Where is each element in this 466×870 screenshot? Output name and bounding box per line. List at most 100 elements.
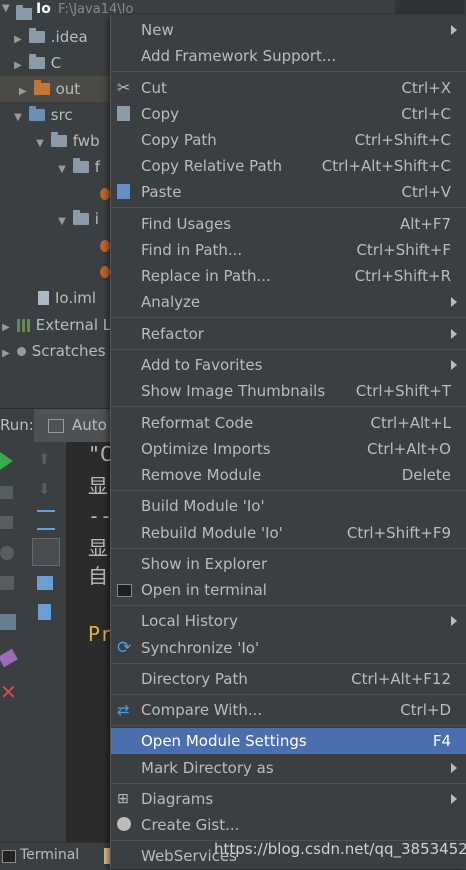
menu-item-synchronize[interactable]: ⟳ Synchronize 'Io' — [111, 635, 466, 661]
collapse-arrow-icon[interactable]: ▼ — [34, 131, 46, 157]
submenu-arrow-icon — [451, 763, 457, 773]
menu-item-mark-directory-as[interactable]: Mark Directory as — [111, 755, 466, 781]
menu-item-build-module[interactable]: Build Module 'Io' — [111, 493, 466, 519]
tree-item-io-iml[interactable]: Io.iml — [38, 285, 96, 311]
tree-item-java-file[interactable] — [100, 180, 110, 206]
menu-item-copy[interactable]: Copy Ctrl+C — [111, 101, 466, 127]
menu-item-show-image-thumbnails[interactable]: Show Image Thumbnails Ctrl+Shift+T — [111, 378, 466, 404]
project-tree: ▶ .idea ▶ C ▶ out ▼ src ▼ fwb ▼ f ▼ i Io… — [0, 22, 120, 422]
menu-separator — [111, 71, 466, 72]
menu-item-diagrams[interactable]: ⊞ Diagrams — [111, 786, 466, 812]
tree-item-scratches[interactable]: ▶ Scratches — [0, 338, 105, 367]
console-line: Pr — [88, 622, 113, 646]
console-line: 自 — [88, 564, 108, 588]
compare-icon: ⇄ — [117, 701, 130, 719]
menu-item-compare-with[interactable]: ⇄ Compare With... Ctrl+D — [111, 697, 466, 723]
menu-item-open-module-settings[interactable]: Open Module Settings F4 — [111, 728, 466, 754]
menu-item-remove-module[interactable]: Remove Module Delete — [111, 462, 466, 488]
tree-item-src[interactable]: ▼ src — [12, 102, 73, 128]
context-menu: New Add Framework Support... ✂ Cut Ctrl+X … — [110, 15, 466, 869]
expand-arrow-icon[interactable]: ▶ — [0, 341, 12, 367]
menu-separator — [111, 349, 466, 350]
package-icon — [72, 158, 89, 173]
scroll-to-end-icon[interactable] — [32, 538, 60, 566]
run-config-icon — [48, 419, 64, 433]
tree-item-external-libraries[interactable]: ▶ External Li — [0, 312, 115, 338]
collapse-arrow-icon[interactable]: ▼ — [56, 157, 68, 183]
paste-icon — [117, 184, 130, 199]
menu-item-directory-path[interactable]: Directory Path Ctrl+Alt+F12 — [111, 666, 466, 692]
menu-item-show-in-explorer[interactable]: Show in Explorer — [111, 551, 466, 577]
layout-icon[interactable] — [0, 614, 16, 630]
close-icon[interactable]: ✕ — [0, 680, 17, 704]
menu-item-open-in-terminal[interactable]: Open in terminal — [111, 577, 466, 603]
run-tab[interactable]: Auto — [34, 409, 120, 443]
menu-separator — [111, 207, 466, 208]
menu-item-rebuild-module[interactable]: Rebuild Module 'Io' Ctrl+Shift+F9 — [111, 520, 466, 546]
copy-icon — [117, 106, 130, 121]
menu-item-replace-in-path[interactable]: Replace in Path... Ctrl+Shift+R — [111, 263, 466, 289]
menu-item-add-framework-support[interactable]: Add Framework Support... — [111, 43, 466, 69]
menu-item-copy-relative-path[interactable]: Copy Relative Path Ctrl+Alt+Shift+C — [111, 153, 466, 179]
menu-item-find-usages[interactable]: Find Usages Alt+F7 — [111, 211, 466, 237]
terminal-tab[interactable]: Terminal — [20, 847, 79, 863]
pause-icon[interactable] — [0, 516, 13, 529]
camera-icon[interactable] — [0, 546, 14, 560]
menu-item-add-to-favorites[interactable]: Add to Favorites — [111, 352, 466, 378]
library-icon — [16, 319, 31, 332]
menu-item-cut[interactable]: ✂ Cut Ctrl+X — [111, 75, 466, 101]
stop-icon[interactable] — [0, 486, 13, 499]
menu-separator — [111, 548, 466, 549]
tree-item-java-file[interactable] — [100, 232, 110, 258]
submenu-arrow-icon — [451, 297, 457, 307]
menu-item-create-gist[interactable]: Create Gist... — [111, 812, 466, 838]
console-line: 显 — [88, 536, 108, 560]
menu-separator — [111, 317, 466, 318]
menu-separator — [111, 663, 466, 664]
folder-icon — [28, 54, 45, 69]
tree-item-i[interactable]: ▼ i — [56, 206, 99, 232]
print-icon[interactable] — [37, 576, 53, 590]
folder-icon — [28, 28, 45, 43]
menu-separator — [111, 725, 466, 726]
up-arrow-icon[interactable]: ⬆ — [38, 450, 51, 468]
menu-item-refactor[interactable]: Refactor — [111, 321, 466, 347]
console-tools-column: ⬆ ⬇ — [28, 442, 64, 842]
sync-icon: ⟳ — [117, 638, 132, 658]
watermark: https://blog.csdn.net/qq_38534524 — [214, 840, 466, 858]
menu-item-new[interactable]: New — [111, 17, 466, 43]
menu-item-optimize-imports[interactable]: Optimize Imports Ctrl+Alt+O — [111, 436, 466, 462]
console-line: "C — [88, 442, 113, 466]
menu-item-copy-path[interactable]: Copy Path Ctrl+Shift+C — [111, 127, 466, 153]
menu-separator — [111, 783, 466, 784]
run-icon[interactable] — [0, 452, 13, 470]
menu-item-analyze[interactable]: Analyze — [111, 289, 466, 315]
menu-item-paste[interactable]: Paste Ctrl+V — [111, 179, 466, 205]
menu-separator — [111, 406, 466, 407]
tree-item-c[interactable]: ▶ C — [12, 50, 61, 76]
menu-item-reformat-code[interactable]: Reformat Code Ctrl+Alt+L — [111, 410, 466, 436]
menu-item-local-history[interactable]: Local History — [111, 608, 466, 634]
scissors-icon: ✂ — [117, 78, 131, 97]
collapse-arrow-icon[interactable]: ▼ — [56, 209, 68, 235]
soft-wrap-icon[interactable] — [37, 510, 55, 530]
diagram-icon: ⊞ — [117, 791, 129, 807]
tree-item-out[interactable]: ▶ out — [0, 76, 120, 102]
line-number-gutter — [395, 0, 465, 14]
trash-icon[interactable] — [38, 604, 51, 620]
down-arrow-icon[interactable]: ⬇ — [38, 480, 51, 498]
collapse-arrow-icon[interactable]: ▼ — [12, 105, 24, 131]
tree-item-idea[interactable]: ▶ .idea — [12, 24, 88, 50]
menu-separator — [111, 694, 466, 695]
exit-icon[interactable] — [0, 576, 14, 590]
terminal-icon — [2, 850, 16, 863]
menu-separator — [111, 605, 466, 606]
tree-item-java-file[interactable] — [100, 258, 110, 284]
tree-item-f[interactable]: ▼ f — [56, 154, 100, 180]
java-class-icon — [100, 266, 110, 278]
tree-item-fwb[interactable]: ▼ fwb — [34, 128, 100, 154]
folder-icon — [33, 80, 50, 95]
menu-item-find-in-path[interactable]: Find in Path... Ctrl+Shift+F — [111, 237, 466, 263]
collapse-arrow-icon[interactable]: ▼ — [2, 3, 10, 14]
pin-icon[interactable] — [0, 648, 18, 668]
